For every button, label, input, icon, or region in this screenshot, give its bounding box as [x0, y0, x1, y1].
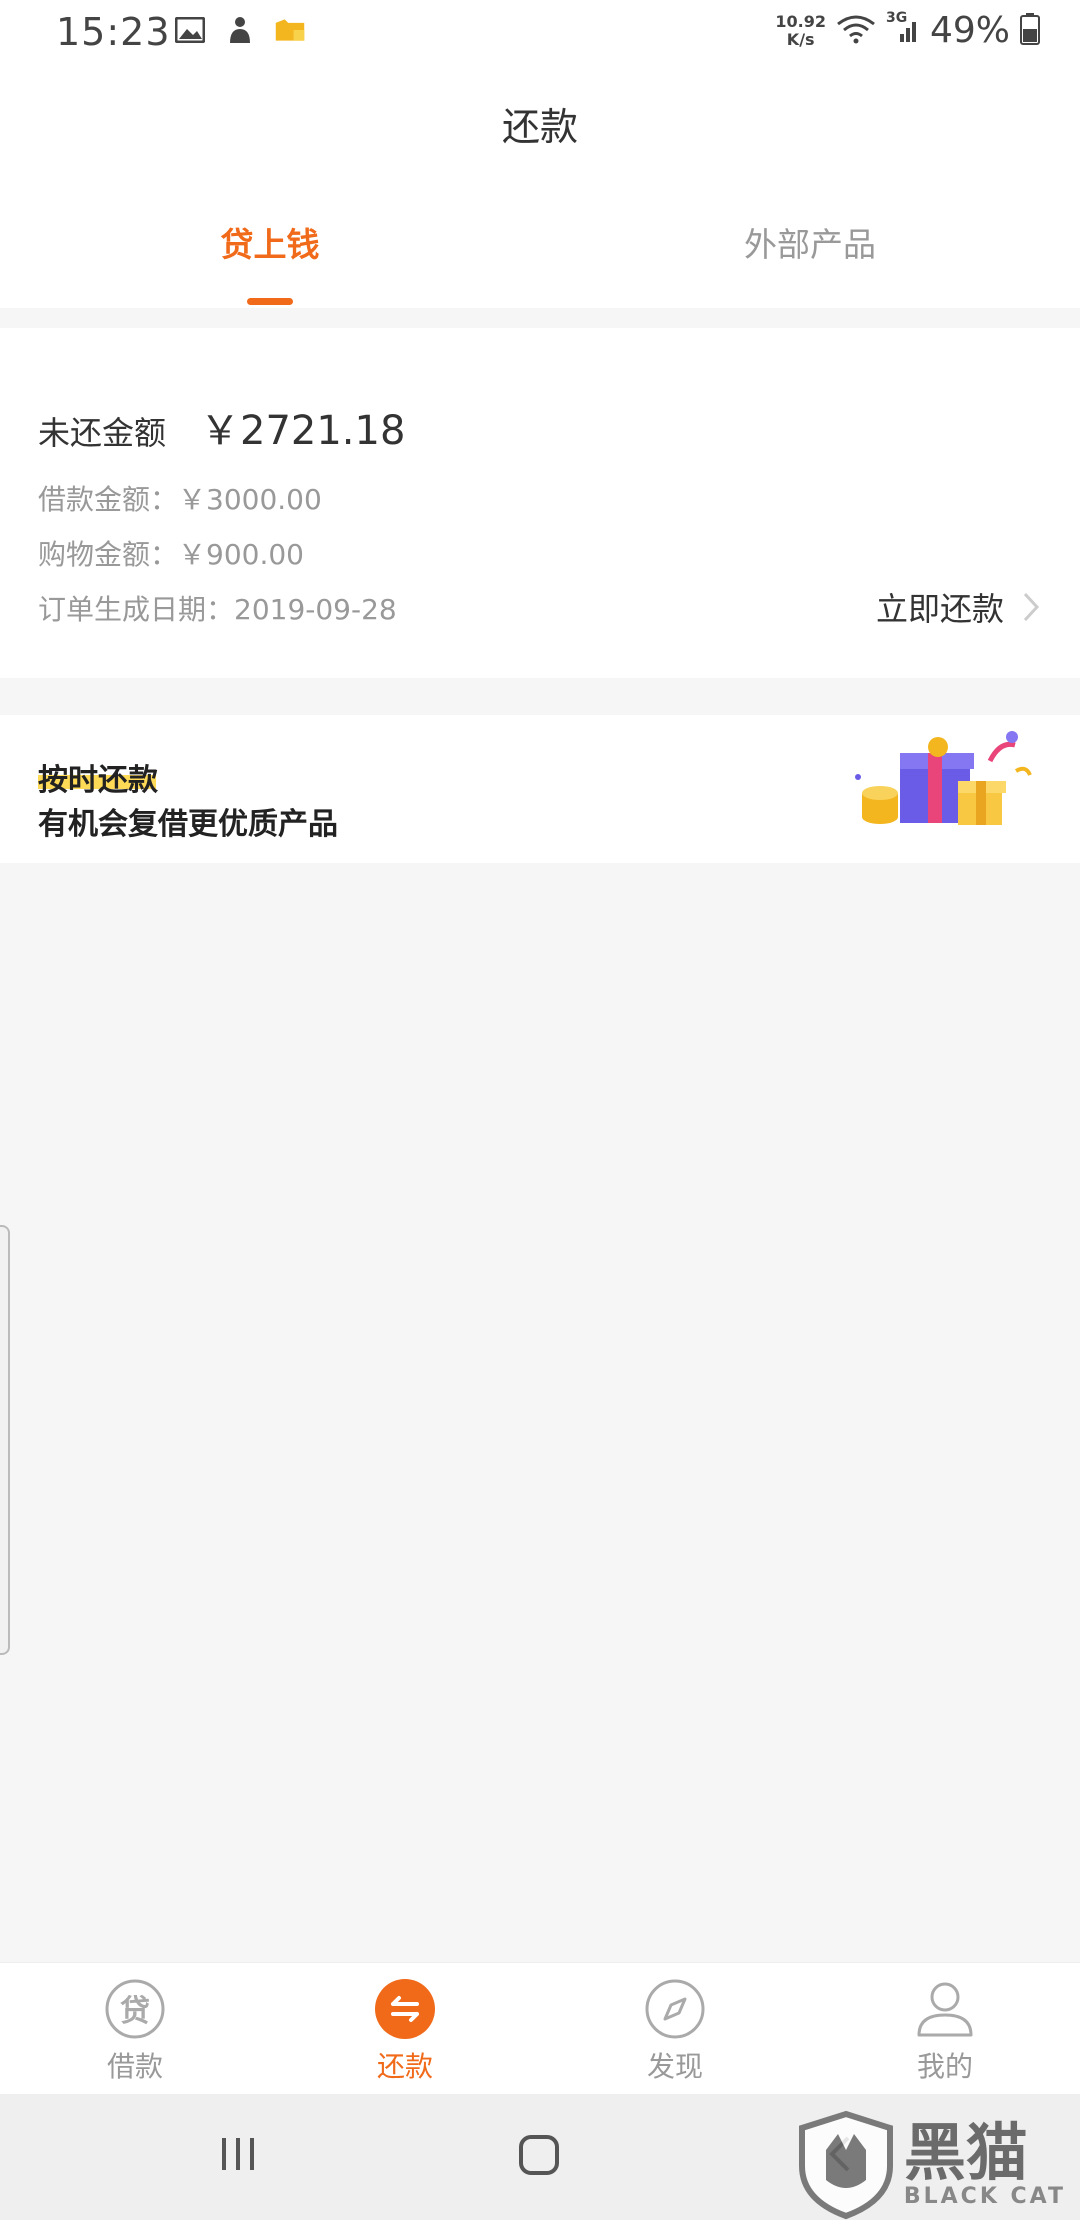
nav-label-mine: 我的 — [916, 2050, 973, 2083]
header: 还款 — [0, 68, 1080, 168]
svg-text:贷: 贷 — [120, 1994, 150, 2029]
nav-item-loan[interactable]: 贷 借款 — [65, 1977, 205, 2085]
tab-bar: 贷上钱 外部产品 — [0, 168, 1080, 308]
tab-external-products[interactable]: 外部产品 — [680, 218, 940, 266]
recent-apps-icon — [222, 2138, 254, 2170]
watermark: 黑猫 BLACK CAT — [796, 2110, 1066, 2220]
outstanding-amount: ￥2721.18 — [200, 408, 406, 454]
person-icon — [224, 14, 256, 46]
banner-title: 按时还款 — [38, 763, 158, 798]
profile-icon — [917, 1982, 973, 2037]
nav-label-loan: 借款 — [106, 2050, 163, 2083]
tab-daishangqian[interactable]: 贷上钱 — [140, 218, 400, 266]
recent-apps-button[interactable] — [218, 2134, 258, 2178]
battery-icon — [1020, 12, 1040, 49]
promo-banner[interactable]: 按时还款 有机会复借更优质产品 — [0, 715, 1080, 863]
notification-icons — [174, 14, 306, 46]
repayment-summary-card: 未还金额 ￥2721.18 借款金额：￥3000.00 购物金额：￥900.00… — [0, 328, 1080, 678]
order-date: 订单生成日期：2019-09-28 — [38, 593, 397, 626]
net-speed-unit: K/s — [786, 29, 815, 49]
watermark-cn: 黑猫 — [903, 2115, 1028, 2189]
net-speed-value: 10.92 — [775, 11, 826, 31]
net-speed: 10.92 K/s — [775, 11, 826, 49]
status-time: 15:23 — [56, 10, 171, 54]
banner-subtitle: 有机会复借更优质产品 — [38, 807, 338, 842]
cat-shield-icon — [798, 2110, 893, 2220]
edge-panel-handle[interactable] — [0, 1225, 10, 1655]
gift-coins-illustration — [855, 731, 1032, 825]
gallery-icon — [174, 14, 206, 46]
battery-percent: 49% — [929, 10, 1010, 51]
folder-icon — [274, 14, 306, 46]
signal-icon: 3G — [886, 10, 920, 48]
chevron-right-icon — [1023, 592, 1040, 622]
tab-active-indicator — [247, 298, 293, 305]
repay-icon — [375, 1979, 435, 2039]
status-bar: 15:23 10.92 K/s 3G 49% — [0, 0, 1080, 68]
loan-amount: 借款金额：￥3000.00 — [38, 483, 322, 516]
loan-icon: 贷 — [105, 1979, 165, 2039]
wifi-icon — [836, 14, 876, 48]
nav-item-mine[interactable]: 我的 — [875, 1977, 1015, 2085]
home-icon — [519, 2135, 559, 2175]
page-title: 还款 — [501, 105, 578, 149]
watermark-en: BLACK CAT — [903, 2183, 1066, 2209]
network-type: 3G — [885, 9, 908, 26]
bottom-nav: 贷 借款 还款 发现 我的 — [0, 1962, 1080, 2094]
nav-item-repay[interactable]: 还款 — [335, 1977, 475, 2085]
repay-now-label: 立即还款 — [875, 590, 1004, 628]
status-right: 10.92 K/s 3G 49% — [775, 10, 1040, 51]
compass-icon — [645, 1979, 705, 2039]
nav-label-discover: 发现 — [646, 2050, 703, 2083]
shopping-amount: 购物金额：￥900.00 — [38, 538, 304, 571]
outstanding-label: 未还金额 — [38, 414, 167, 452]
nav-label-repay: 还款 — [376, 2050, 433, 2083]
home-button[interactable] — [518, 2134, 560, 2180]
repay-now-button[interactable]: 立即还款 — [876, 584, 1040, 630]
nav-item-discover[interactable]: 发现 — [605, 1977, 745, 2085]
